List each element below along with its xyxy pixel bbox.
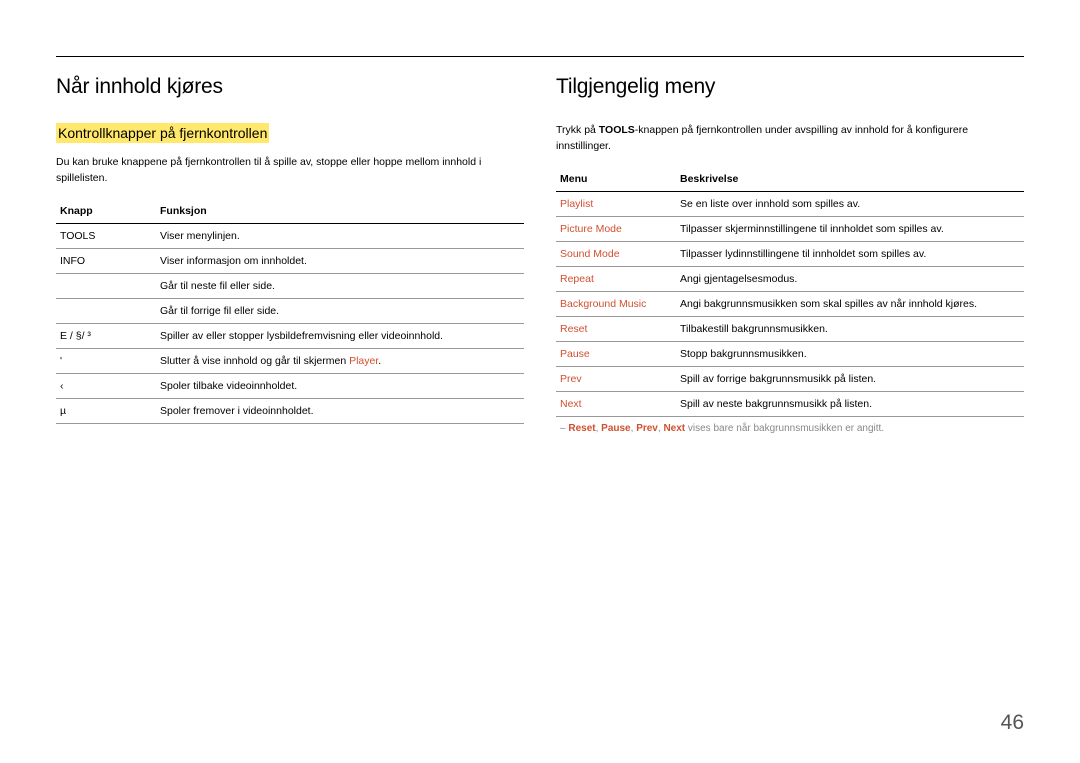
table-row: PlaylistSe en liste over innhold som spi… — [556, 191, 1024, 216]
cell-knapp: ' — [56, 348, 156, 373]
cell-funksjon: Viser informasjon om innholdet. — [156, 248, 524, 273]
table-row: TOOLSViser menylinjen. — [56, 223, 524, 248]
cell-knapp — [56, 273, 156, 298]
table-row: PauseStopp bakgrunnsmusikken. — [556, 341, 1024, 366]
left-heading: Når innhold kjøres — [56, 75, 524, 99]
cell-menu: Next — [556, 391, 676, 416]
table-row: Går til neste fil eller side. — [56, 273, 524, 298]
cell-knapp: µ — [56, 398, 156, 423]
cell-description: Angi bakgrunnsmusikken som skal spilles … — [676, 291, 1024, 316]
cell-description: Spill av forrige bakgrunnsmusikk på list… — [676, 366, 1024, 391]
table-row: Picture ModeTilpasser skjerminnstillinge… — [556, 216, 1024, 241]
cell-funksjon: Spoler tilbake videoinnholdet. — [156, 373, 524, 398]
menu-th-menu: Menu — [556, 167, 676, 192]
cell-description: Stopp bakgrunnsmusikken. — [676, 341, 1024, 366]
cell-funksjon: Slutter å vise innhold og går til skjerm… — [156, 348, 524, 373]
table-row: 'Slutter å vise innhold og går til skjer… — [56, 348, 524, 373]
menu-th-beskrivelse: Beskrivelse — [676, 167, 1024, 192]
table-row: Går til forrige fil eller side. — [56, 298, 524, 323]
left-subheading: Kontrollknapper på fjernkontrollen — [56, 123, 269, 143]
table-row: PrevSpill av forrige bakgrunnsmusikk på … — [556, 366, 1024, 391]
menu-table: Menu Beskrivelse PlaylistSe en liste ove… — [556, 167, 1024, 417]
table-row: RepeatAngi gjentagelsesmodus. — [556, 266, 1024, 291]
cell-description: Tilbakestill bakgrunnsmusikken. — [676, 316, 1024, 341]
left-intro: Du kan bruke knappene på fjernkontrollen… — [56, 155, 524, 187]
table-row: µSpoler fremover i videoinnholdet. — [56, 398, 524, 423]
cell-description: Se en liste over innhold som spilles av. — [676, 191, 1024, 216]
top-rule — [56, 56, 1024, 57]
cell-description: Spill av neste bakgrunnsmusikk på listen… — [676, 391, 1024, 416]
cell-description: Tilpasser skjerminnstillingene til innho… — [676, 216, 1024, 241]
cell-menu: Sound Mode — [556, 241, 676, 266]
cell-menu: Prev — [556, 366, 676, 391]
cell-description: Angi gjentagelsesmodus. — [676, 266, 1024, 291]
cell-funksjon: Går til forrige fil eller side. — [156, 298, 524, 323]
cell-knapp: ‹ — [56, 373, 156, 398]
cell-knapp: INFO — [56, 248, 156, 273]
page-number: 46 — [1001, 711, 1024, 735]
buttons-th-knapp: Knapp — [56, 199, 156, 224]
table-row: Background MusicAngi bakgrunnsmusikken s… — [556, 291, 1024, 316]
table-row: Sound ModeTilpasser lydinnstillingene ti… — [556, 241, 1024, 266]
content-columns: Når innhold kjøres Kontrollknapper på fj… — [56, 75, 1024, 440]
left-column: Når innhold kjøres Kontrollknapper på fj… — [56, 75, 524, 440]
right-column: Tilgjengelig meny Trykk på TOOLS-knappen… — [556, 75, 1024, 440]
buttons-table: Knapp Funksjon TOOLSViser menylinjen.INF… — [56, 199, 524, 424]
right-heading: Tilgjengelig meny — [556, 75, 1024, 99]
cell-knapp: TOOLS — [56, 223, 156, 248]
cell-funksjon: Går til neste fil eller side. — [156, 273, 524, 298]
cell-menu: Background Music — [556, 291, 676, 316]
cell-menu: Playlist — [556, 191, 676, 216]
table-row: NextSpill av neste bakgrunnsmusikk på li… — [556, 391, 1024, 416]
cell-menu: Picture Mode — [556, 216, 676, 241]
cell-menu: Pause — [556, 341, 676, 366]
menu-footnote: – Reset, Pause, Prev, Next vises bare nå… — [556, 417, 1024, 440]
cell-knapp — [56, 298, 156, 323]
cell-menu: Repeat — [556, 266, 676, 291]
cell-knapp: E / §/ ³ — [56, 323, 156, 348]
table-row: E / §/ ³Spiller av eller stopper lysbild… — [56, 323, 524, 348]
cell-funksjon: Viser menylinjen. — [156, 223, 524, 248]
cell-menu: Reset — [556, 316, 676, 341]
table-row: INFOViser informasjon om innholdet. — [56, 248, 524, 273]
cell-description: Tilpasser lydinnstillingene til innholde… — [676, 241, 1024, 266]
buttons-th-funksjon: Funksjon — [156, 199, 524, 224]
table-row: ‹Spoler tilbake videoinnholdet. — [56, 373, 524, 398]
right-intro: Trykk på TOOLS-knappen på fjernkontrolle… — [556, 123, 1024, 155]
cell-funksjon: Spoler fremover i videoinnholdet. — [156, 398, 524, 423]
cell-funksjon: Spiller av eller stopper lysbildefremvis… — [156, 323, 524, 348]
table-row: ResetTilbakestill bakgrunnsmusikken. — [556, 316, 1024, 341]
